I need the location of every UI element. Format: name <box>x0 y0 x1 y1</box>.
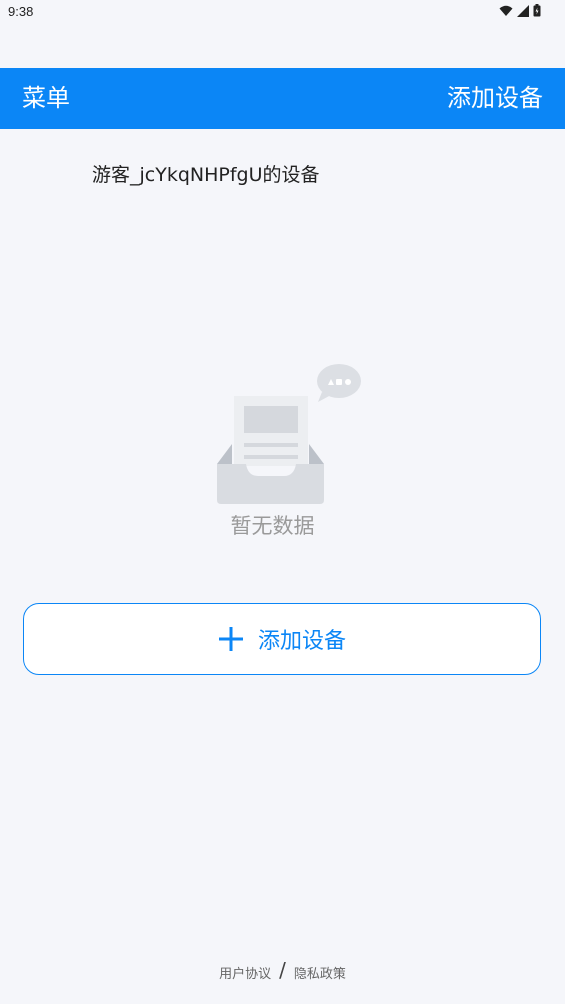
plus-icon <box>218 627 243 651</box>
wifi-icon <box>499 5 513 16</box>
battery-icon <box>533 4 541 17</box>
footer: 用户协议 / 隐私政策 <box>0 958 565 982</box>
empty-state-text: 暂无数据 <box>230 514 315 538</box>
add-device-button[interactable]: 添加设备 <box>23 603 541 675</box>
status-icons <box>499 4 541 17</box>
privacy-policy-link[interactable]: 隐私政策 <box>294 963 346 982</box>
device-list-title: 游客_jcYkqNHPfgU的设备 <box>92 164 320 186</box>
menu-button[interactable]: 菜单 <box>22 80 70 116</box>
add-device-header-button[interactable]: 添加设备 <box>447 80 543 116</box>
app-bar: 菜单 添加设备 <box>0 68 565 129</box>
status-bar: 9:38 <box>0 0 565 24</box>
signal-icon <box>517 4 529 17</box>
empty-inbox-icon <box>210 360 370 510</box>
add-device-button-label: 添加设备 <box>257 629 346 654</box>
footer-separator: / <box>279 958 286 982</box>
user-agreement-link[interactable]: 用户协议 <box>219 963 271 982</box>
status-time: 9:38 <box>8 4 34 19</box>
